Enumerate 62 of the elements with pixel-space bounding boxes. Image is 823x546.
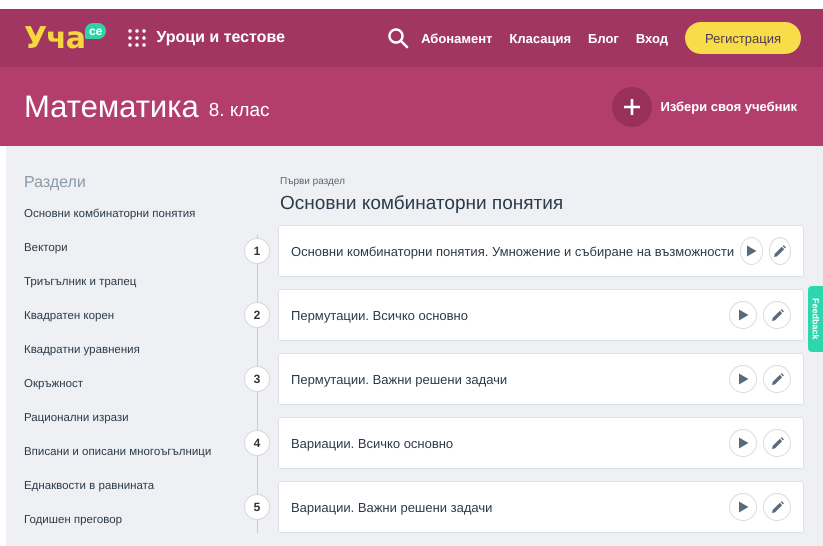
play-button[interactable] bbox=[729, 365, 757, 393]
sidebar-item[interactable]: Годишен преговор bbox=[24, 510, 122, 544]
lesson-card[interactable]: Вариации. Важни решени задачи bbox=[278, 481, 804, 533]
edit-button[interactable] bbox=[763, 429, 791, 457]
nav-link[interactable]: Абонамент bbox=[421, 30, 492, 46]
sidebar-item[interactable]: Вписани и описани многоъгълници bbox=[24, 442, 212, 476]
pencil-icon bbox=[770, 500, 784, 514]
section-label: Първи раздел bbox=[280, 176, 346, 187]
plus-icon bbox=[612, 86, 652, 126]
lesson-number: 2 bbox=[244, 302, 270, 328]
play-icon bbox=[737, 501, 749, 513]
pencil-icon bbox=[770, 436, 784, 450]
play-button[interactable] bbox=[729, 429, 757, 457]
pencil-icon bbox=[770, 372, 784, 386]
lesson-number: 4 bbox=[244, 430, 270, 456]
sidebar-item[interactable]: Вектори bbox=[24, 238, 68, 272]
grade-label: 8. клас bbox=[208, 100, 270, 122]
play-icon bbox=[745, 245, 758, 257]
sidebar-item[interactable]: Квадратни уравнения bbox=[24, 340, 140, 374]
section-title: Основни комбинаторни понятия bbox=[280, 193, 564, 215]
logo-badge: се bbox=[84, 22, 106, 38]
lessons-menu-button[interactable]: Уроци и тестове bbox=[128, 29, 285, 47]
register-button[interactable]: Регистрация bbox=[685, 22, 801, 54]
sidebar-title: Раздели bbox=[24, 174, 86, 192]
sidebar-item[interactable]: Квадратен корен bbox=[24, 306, 114, 340]
edit-button[interactable] bbox=[763, 301, 791, 329]
pencil-icon bbox=[770, 308, 784, 322]
play-icon bbox=[737, 437, 749, 449]
play-button[interactable] bbox=[729, 301, 757, 329]
lesson-number: 1 bbox=[244, 238, 270, 264]
edit-button[interactable] bbox=[763, 365, 791, 393]
play-icon bbox=[737, 309, 749, 321]
lesson-title: Пермутации. Всичко основно bbox=[291, 308, 469, 322]
play-icon bbox=[737, 373, 749, 385]
lesson-title: Пермутации. Важни решени задачи bbox=[291, 372, 508, 386]
sidebar-item[interactable]: Еднаквости в равнината bbox=[24, 476, 154, 510]
lesson-card[interactable]: Пермутации. Важни решени задачи bbox=[278, 353, 804, 405]
sidebar-item[interactable]: Рационални изрази bbox=[24, 408, 129, 442]
nav-link[interactable]: Класация bbox=[509, 30, 572, 46]
subject-title: Математика bbox=[24, 88, 199, 124]
nav-link[interactable]: Вход bbox=[636, 30, 668, 46]
lesson-title: Вариации. Всичко основно bbox=[291, 436, 454, 450]
grid-icon bbox=[128, 29, 146, 47]
pencil-icon bbox=[773, 244, 786, 258]
edit-button[interactable] bbox=[768, 237, 791, 265]
lesson-card[interactable]: Основни комбинаторни понятия. Умножение и събиране на възможности bbox=[278, 225, 804, 277]
lesson-number: 3 bbox=[244, 366, 270, 392]
nav-link[interactable]: Блог bbox=[588, 30, 619, 46]
search-icon[interactable] bbox=[387, 27, 410, 49]
lesson-card[interactable]: Вариации. Всичко основно bbox=[278, 417, 804, 469]
sidebar-item[interactable]: Основни комбинаторни понятия bbox=[24, 204, 196, 238]
logo-text: Уча bbox=[24, 20, 85, 56]
lesson-title: Вариации. Важни решени задачи bbox=[291, 500, 494, 514]
edit-button[interactable] bbox=[763, 493, 791, 521]
lesson-title: Основни комбинаторни понятия. Умножение и събиране на възможности bbox=[291, 244, 734, 258]
lesson-number: 5 bbox=[244, 494, 270, 520]
play-button[interactable] bbox=[729, 493, 757, 521]
play-button[interactable] bbox=[740, 237, 763, 265]
lesson-card[interactable]: Пермутации. Всичко основно bbox=[278, 289, 804, 341]
choose-textbook-button[interactable]: Избери своя учебник bbox=[612, 86, 797, 126]
sidebar-item[interactable]: Окръжност bbox=[24, 374, 84, 408]
sidebar-item[interactable]: Триъгълник и трапец bbox=[24, 272, 136, 306]
